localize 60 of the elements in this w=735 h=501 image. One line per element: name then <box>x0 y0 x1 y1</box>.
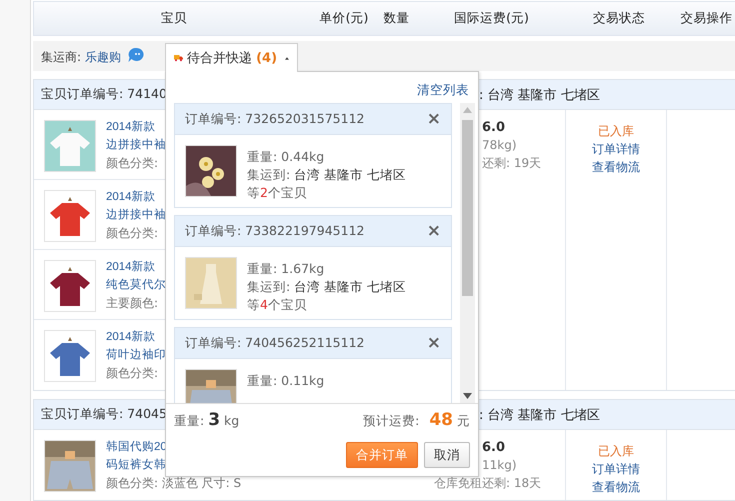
forwarder-label: 集运商: <box>41 49 82 66</box>
close-button[interactable]: × <box>426 222 441 240</box>
shipping-fee: 6.0 <box>482 120 506 135</box>
goods-spec: 颜色分类: <box>106 226 160 241</box>
pending-merge-tab[interactable]: 待合并快递 (4) <box>165 43 298 72</box>
storage-days: 还剩: 19天 <box>482 156 565 171</box>
tab-label: 待合并快递 (4) <box>186 50 278 67</box>
column-header: 数量 <box>382 10 410 28</box>
destination: 集运到: 台湾 基隆市 七堵区 <box>247 167 406 183</box>
order-number: 宝贝订单编号: 74045 <box>40 406 167 423</box>
weight-text: 11kg) <box>482 458 518 473</box>
estimated-fee: 预计运费: 48 元 <box>363 410 470 430</box>
order-link[interactable]: 查看物流 <box>592 478 640 496</box>
goods-title[interactable]: 荷叶边袖印 <box>106 348 166 363</box>
goods-title[interactable]: 2014新款 <box>106 190 166 205</box>
arrow-down-icon[interactable] <box>463 393 472 399</box>
item-count: 等4个宝贝 <box>247 297 308 313</box>
forwarder-link[interactable]: 乐趣购 <box>85 43 122 71</box>
cancel-button[interactable]: 取消 <box>424 442 470 468</box>
goods-title[interactable]: 2014新款 <box>106 120 166 135</box>
goods-spec: 主要颜色: <box>106 296 160 311</box>
goods-spec: 颜色分类: <box>106 366 160 381</box>
arrow-up-icon[interactable] <box>463 107 472 113</box>
order-link[interactable]: 订单详情 <box>592 460 640 478</box>
total-weight: 重量: 3 kg <box>174 410 240 430</box>
column-header: 交易操作 <box>680 10 734 28</box>
destination: 集运到: 台湾 基隆市 七堵区 <box>247 279 406 295</box>
goods-title[interactable]: 边拼接中袖 <box>106 208 166 223</box>
goods-spec: 颜色分类: 淡蓝色 尺寸: S <box>106 476 242 491</box>
destination: : 台湾 基隆市 七堵区 <box>479 86 600 104</box>
chat-bubble-icon[interactable] <box>128 47 146 63</box>
close-button[interactable]: × <box>426 334 441 352</box>
weight-text: 重量: 0.44kg <box>247 149 326 165</box>
weight-text: 重量: 1.67kg <box>247 261 326 277</box>
goods-title[interactable]: 边拼接中袖 <box>106 138 166 153</box>
storage-days: 仓库免租还剩: 18天 <box>434 476 565 491</box>
weight-text: 重量: 0.11kg <box>247 373 324 389</box>
close-button[interactable]: × <box>426 110 441 128</box>
column-header: 国际运费(元) <box>453 10 530 28</box>
item-count: 等2个宝贝 <box>247 185 308 201</box>
order-number: 订单编号: 733822197945112 <box>185 222 364 240</box>
order-number: 订单编号: 740456252115112 <box>185 334 364 352</box>
column-header: 宝贝 <box>160 10 188 28</box>
status-text: 已入库 <box>598 123 634 140</box>
order-number: 订单编号: 732652031575112 <box>185 110 364 128</box>
clear-list-link[interactable]: 清空列表 <box>417 82 469 99</box>
goods-spec: 颜色分类: <box>106 156 160 171</box>
shipping-fee: 6.0 <box>482 440 506 455</box>
order-link[interactable]: 查看物流 <box>592 158 640 176</box>
weight-text: 78kg) <box>482 138 518 153</box>
destination: : 台湾 基隆市 七堵区 <box>479 406 600 424</box>
order-link[interactable]: 订单详情 <box>592 140 640 158</box>
caret-icon <box>285 56 289 60</box>
goods-title[interactable]: 2014新款 <box>106 260 166 275</box>
column-header: 交易状态 <box>592 10 646 28</box>
column-header: 单价(元) <box>318 10 370 28</box>
goods-title[interactable]: 2014新款 <box>106 330 166 345</box>
status-text: 已入库 <box>598 443 634 460</box>
scrollbar[interactable] <box>460 103 475 403</box>
goods-title[interactable]: 纯色莫代尔 <box>106 278 166 293</box>
